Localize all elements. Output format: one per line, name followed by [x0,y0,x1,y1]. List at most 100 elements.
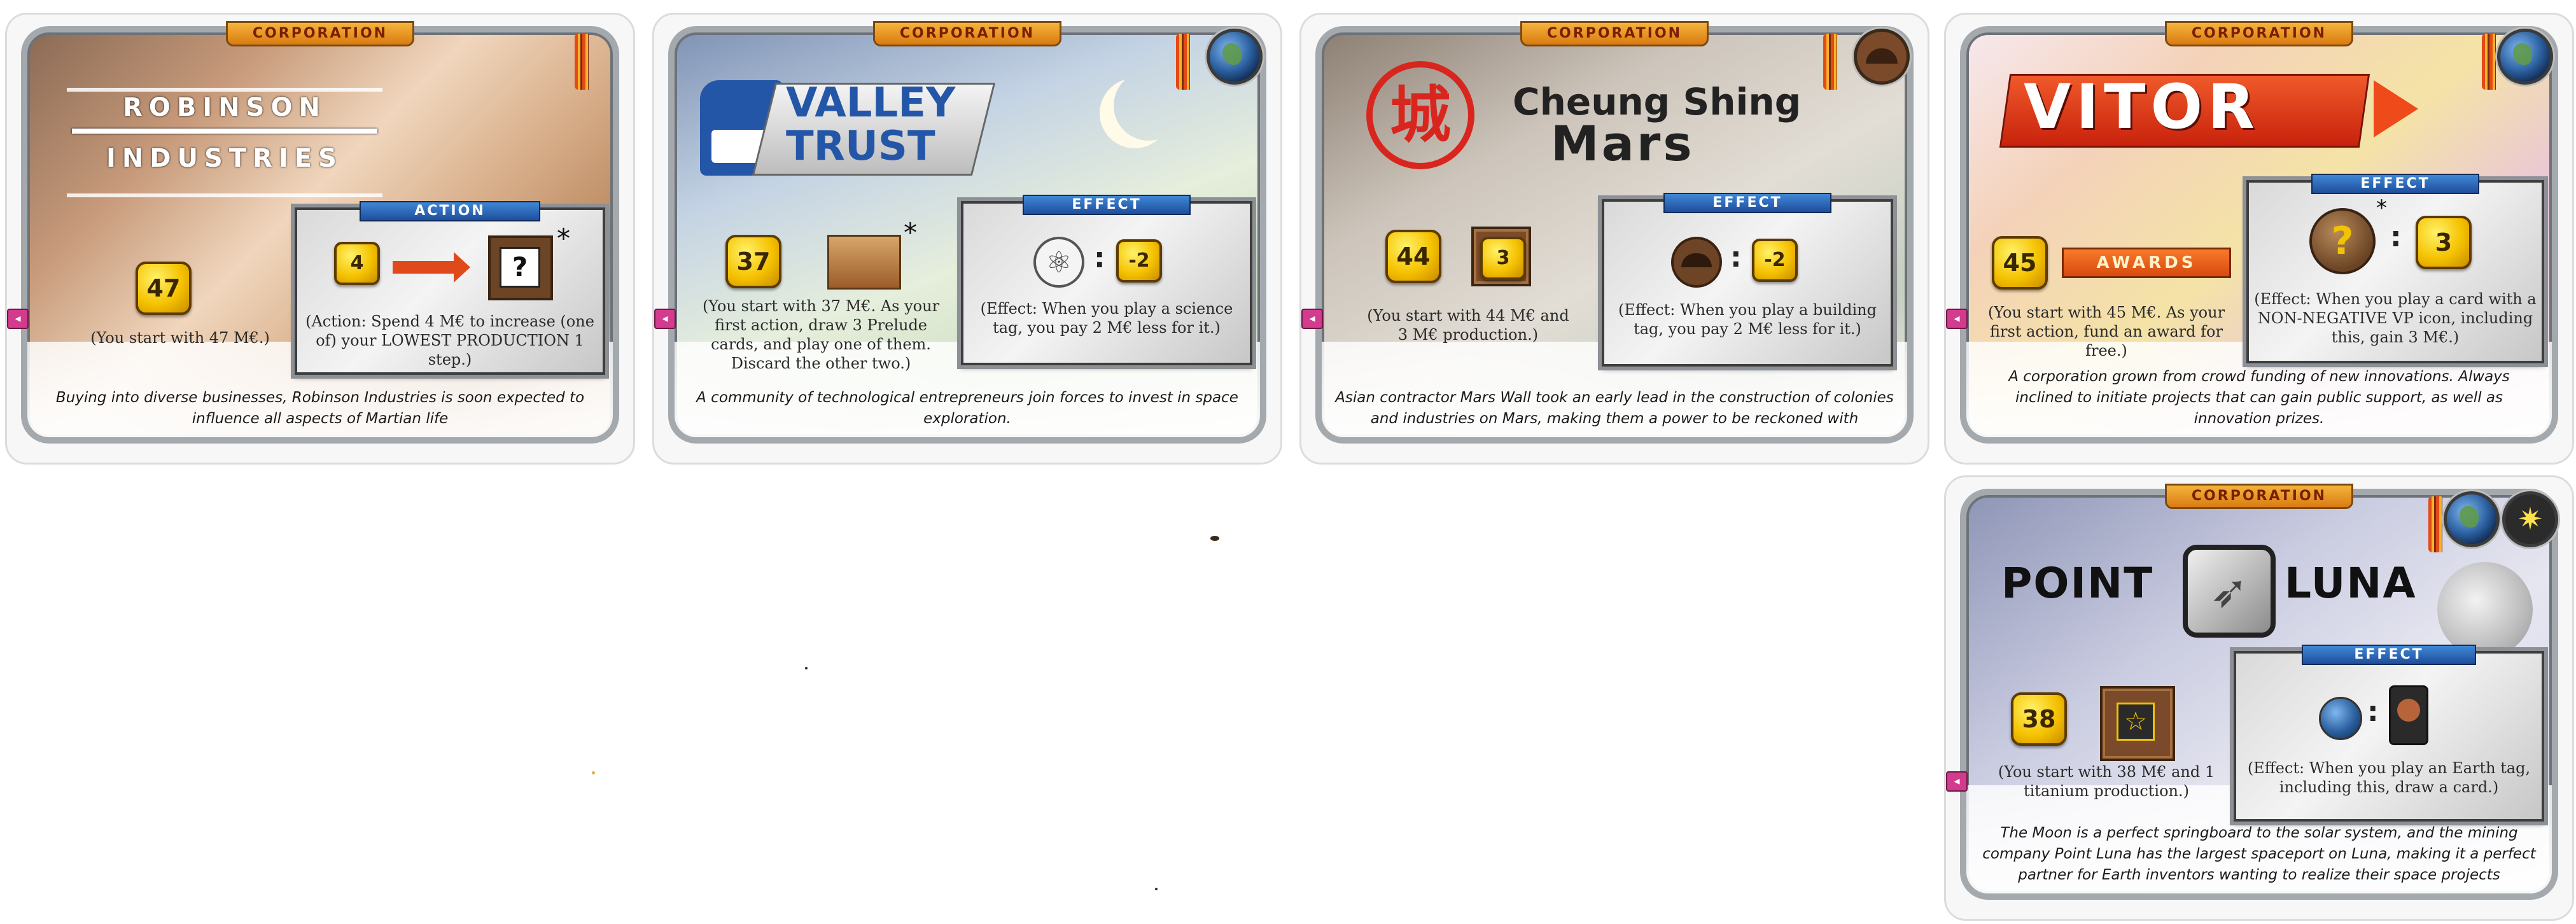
effect-box: EFFECT : (Effect: When you play an Earth… [2234,645,2544,822]
production-box-icon: 3 [1471,227,1531,286]
earth-icon [2497,29,2553,85]
megacredit-icon: 45 [1992,236,2048,290]
card-title-line2: TRUST [786,123,935,170]
asterisk: * [557,223,570,254]
effect-label: EFFECT [2302,645,2476,665]
colon-separator: : [2367,696,2379,728]
flavor-text: The Moon is a perfect springboard to the… [1982,825,2536,883]
earth-icon [1207,29,1263,85]
scan-speck [1155,888,1158,890]
card-title-line2: INDUSTRIES [106,144,343,173]
titanium-icon: ☆ [2117,703,2155,741]
corporation-label: CORPORATION [2165,484,2353,509]
flavor-text: Asian contractor Mars Wall took an early… [1335,389,1894,427]
earth-tag-icon [2319,697,2362,740]
start-text: (You start with 47 M€.) [90,329,270,347]
card-cheung-shing-mars[interactable]: 城 Cheung Shing Mars 44 3 (You start with… [1299,13,1929,465]
scan-speck [592,771,595,774]
moon-icon [2437,562,2533,657]
production-box-icon: ☆ [2100,686,2175,761]
card-title: VITOR [2024,71,2260,143]
megacredit-icon: -2 [1752,239,1798,282]
card-title-right: LUNA [2285,559,2417,608]
stripes-decoration [2428,496,2442,552]
prelude-arrow-icon: ◂ [7,309,29,329]
space-tag-icon: ✷ [2502,491,2558,547]
effect-text: (Effect: When you play a science tag, yo… [980,300,1233,337]
megacredit-icon: -2 [1116,239,1162,283]
megacredit-icon: 47 [136,262,192,315]
effect-label: EFFECT [1663,193,1831,213]
science-tag-icon: ⚛ [1033,237,1084,288]
effect-box: EFFECT ⚛ : -2 (Effect: When you play a s… [961,195,1252,365]
earth-icon [2444,491,2500,547]
megacredit-icon: 37 [725,235,781,288]
megacredit-icon: 4 [334,242,380,285]
vitor-logo: VITOR [1999,71,2418,150]
colon-separator: : [1730,241,1742,274]
card-art-background: VITOR 45 AWARDS (You start with 45 M€. A… [1960,26,2558,444]
megacredit-icon: 3 [1480,237,1526,280]
effect-label: EFFECT [2311,174,2479,194]
corporation-label: CORPORATION [2165,21,2353,46]
start-text: (You start with 37 M€. As your first act… [702,297,940,372]
megacredit-icon: 3 [2416,216,2472,269]
megacredit-icon: 44 [1385,230,1441,283]
effect-text: (Effect: When you play a card with a NON… [2254,290,2537,346]
corporation-label: CORPORATION [226,21,414,46]
moon-crescent-icon [1114,71,1184,141]
building-tag-icon [1854,29,1910,85]
card-title-line1: ROBINSON [123,93,326,122]
action-label: ACTION [360,201,540,221]
action-box: ACTION 4 ? * (Action: Spend 4 M€ to incr… [295,201,605,375]
asterisk: * [2376,195,2387,221]
card-title-line2: Mars [1551,115,1695,172]
prelude-arrow-icon: ◂ [1946,309,1968,329]
corporation-label: CORPORATION [873,21,1061,46]
effect-box: EFFECT : -2 (Effect: When you play a bui… [1602,193,1893,367]
card-title-line1: VALLEY [786,80,956,127]
victory-point-icon: ? [2309,208,2376,274]
prelude-arrow-icon: ◂ [654,309,676,329]
card-art-background: ROBINSON INDUSTRIES 47 (You start with 4… [21,26,619,444]
rocket-icon: ➶ [2183,545,2276,638]
stripes-decoration [1176,34,1190,90]
megacredit-icon: 38 [2011,692,2067,746]
flavor-text: A corporation grown from crowd funding o… [2008,368,2510,427]
question-mark-icon: ? [500,247,540,288]
arrow-right-icon [2374,80,2418,137]
start-text: (You start with 38 M€ and 1 titanium pro… [1998,763,2215,800]
asterisk: * [904,217,917,248]
awards-label: AWARDS [2062,248,2231,278]
colon-separator: : [2390,221,2402,253]
start-text: (You start with 45 M€. As your first act… [1987,304,2225,360]
card-valley-trust[interactable]: VALLEY TRUST 37 * (You start with 37 M€.… [652,13,1282,465]
flavor-text: Buying into diverse businesses, Robinson… [55,389,585,427]
start-text: (You start with 44 M€ and 3 M€ productio… [1367,307,1569,344]
card-title-left: POINT [2001,559,2154,608]
corporation-label: CORPORATION [1520,21,1709,46]
prelude-arrow-icon: ◂ [1301,309,1323,329]
scan-speck [805,667,808,669]
effect-box: EFFECT ? * : 3 (Effect: When you play a … [2246,174,2544,363]
action-text: (Action: Spend 4 M€ to increase (one of)… [305,312,594,368]
building-tag-icon [1671,237,1722,288]
arrow-right-icon [393,252,470,283]
cheung-shing-seal-logo: 城 [1366,61,1474,169]
card-vitor[interactable]: VITOR 45 AWARDS (You start with 45 M€. A… [1944,13,2574,465]
prelude-arrow-icon: ◂ [1946,771,1968,792]
flavor-text: A community of technological entrepreneu… [696,389,1238,427]
stripes-decoration [1823,34,1837,90]
effect-label: EFFECT [1023,195,1191,215]
effect-text: (Effect: When you play an Earth tag, inc… [2247,759,2531,796]
card-robinson-industries[interactable]: ROBINSON INDUSTRIES 47 (You start with 4… [5,13,635,465]
effect-text: (Effect: When you play a building tag, y… [1618,301,1877,338]
scan-speck [1210,536,1219,541]
card-art-background: POINT ➶ LUNA 38 ☆ (You start with 38 M€ … [1960,489,2558,900]
production-box-icon: ? [488,235,553,300]
card-point-luna[interactable]: POINT ➶ LUNA 38 ☆ (You start with 38 M€ … [1944,475,2574,921]
card-draw-icon [2389,685,2428,745]
prelude-card-icon [827,235,901,290]
valley-trust-logo: VALLEY TRUST [700,74,999,182]
stripes-decoration [575,34,589,90]
